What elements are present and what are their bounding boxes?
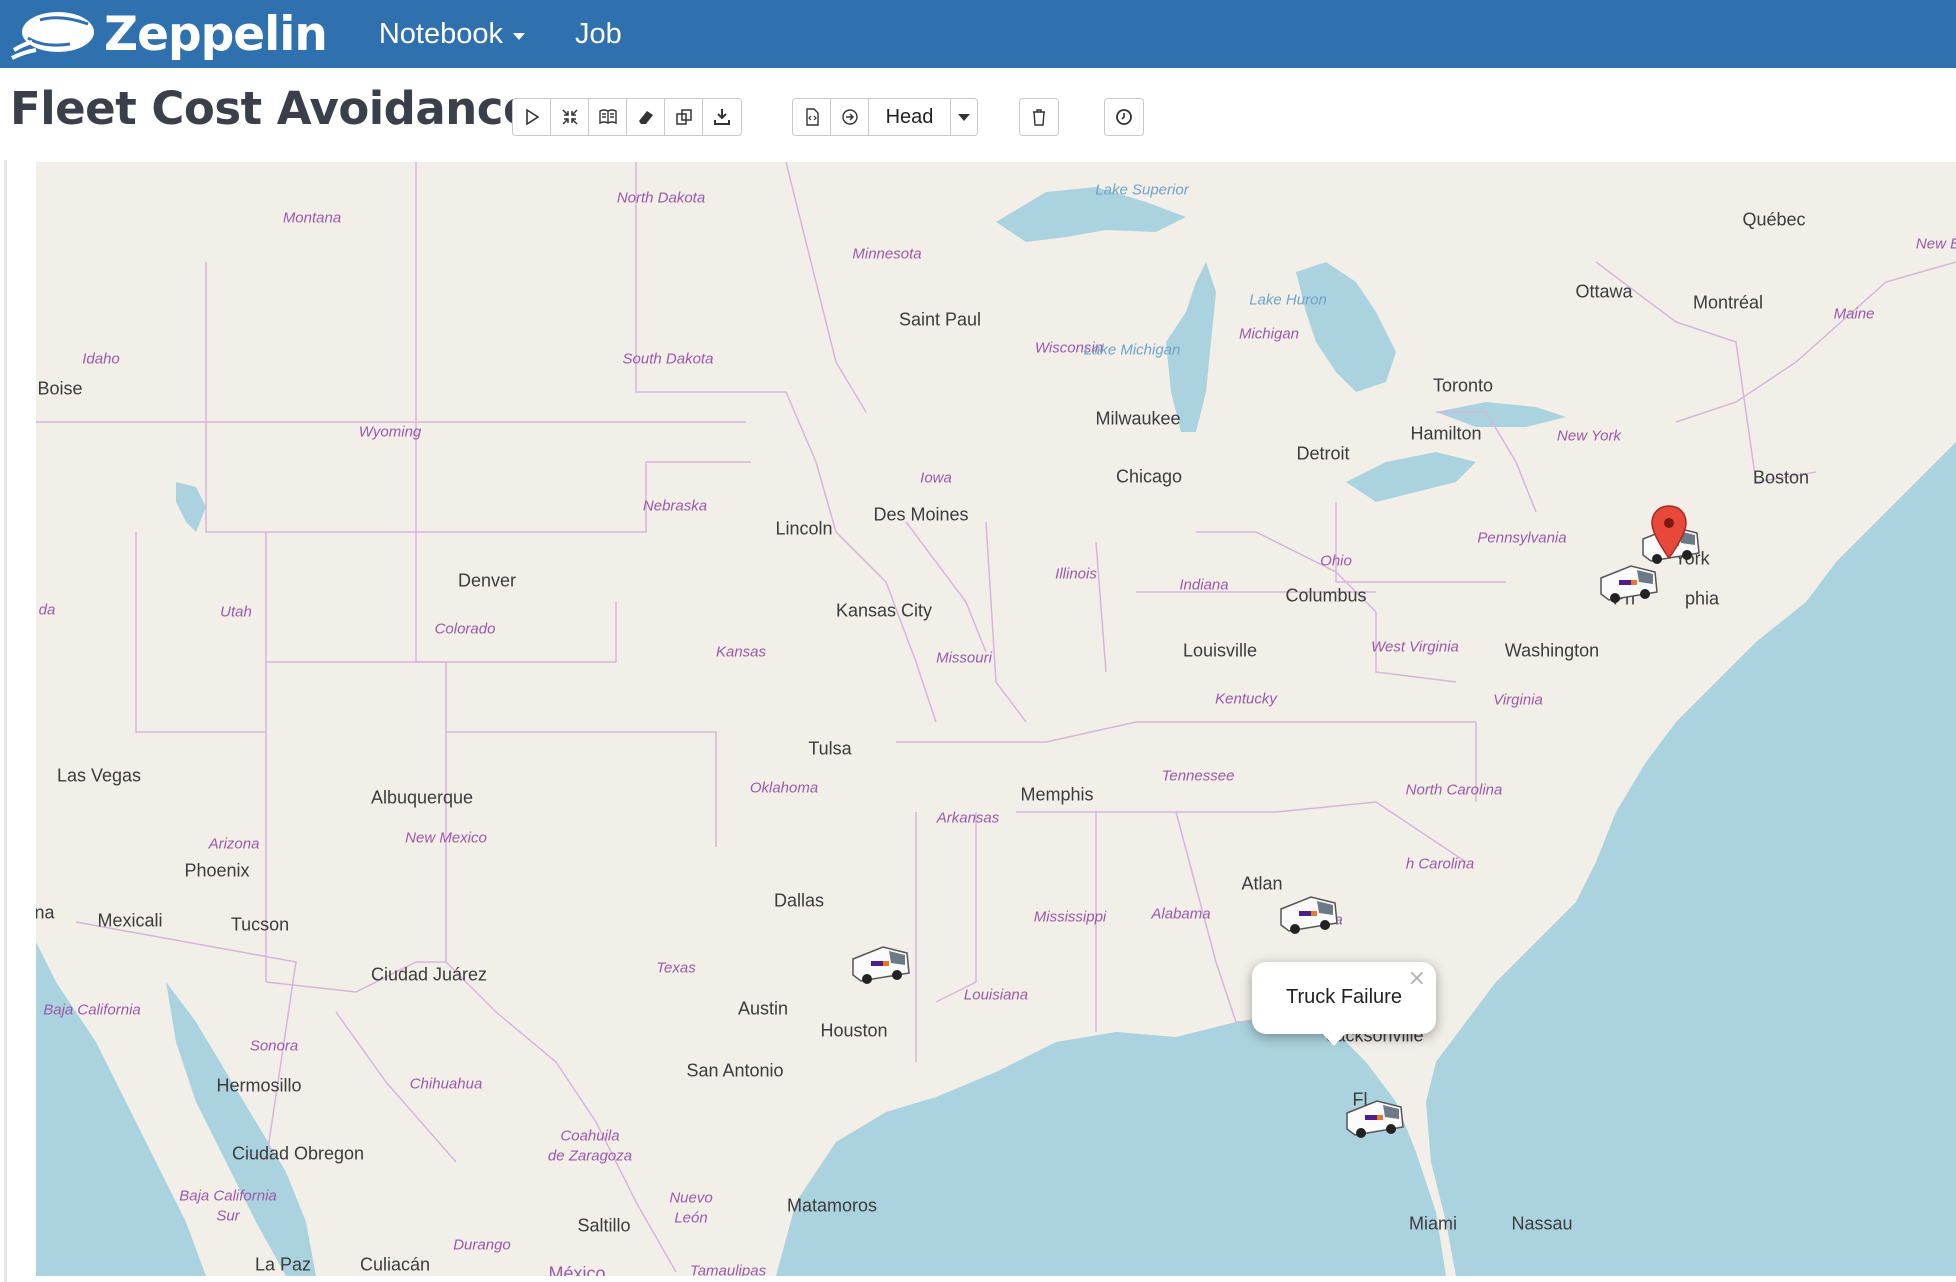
clone-button[interactable] <box>665 99 703 135</box>
clone-icon <box>675 109 692 125</box>
truck-marker[interactable] <box>1341 1093 1407 1143</box>
revision-label: Head <box>885 105 934 128</box>
collapse-icon <box>561 109 578 125</box>
run-all-button[interactable] <box>513 99 551 135</box>
version-toolbar: Head <box>792 98 978 136</box>
download-icon <box>714 109 730 125</box>
note-action-toolbar <box>512 98 742 136</box>
run-all-icon <box>525 108 539 126</box>
truck-icon <box>852 946 910 984</box>
eraser-icon <box>638 111 653 124</box>
version-control-icon <box>805 108 819 126</box>
zeppelin-logo-icon <box>11 12 94 60</box>
truck-failure-popup: × Truck Failure <box>1252 962 1436 1046</box>
note-header: Fleet Cost Avoidance Head <box>0 68 1956 161</box>
map-tiles <box>36 162 1956 1276</box>
notebook-menu[interactable]: Notebook <box>379 18 525 51</box>
show-hide-output-button[interactable] <box>589 99 627 135</box>
truck-marker[interactable] <box>1275 889 1341 939</box>
truck-marker[interactable] <box>847 939 913 989</box>
set-revision-button[interactable] <box>831 99 869 135</box>
paragraph-border <box>4 160 7 1282</box>
notebook-menu-label: Notebook <box>378 17 503 50</box>
scheduler-button[interactable] <box>1105 99 1143 135</box>
map-view[interactable]: Montana North Dakota Minnesota Idaho Sou… <box>36 162 1956 1276</box>
truck-icon <box>1346 1100 1404 1138</box>
remove-toolbar <box>1019 98 1059 136</box>
truck-icon <box>1280 896 1338 934</box>
revision-icon <box>841 109 858 125</box>
clock-icon <box>1116 109 1132 125</box>
remove-note-button[interactable] <box>1020 99 1058 135</box>
clear-output-button[interactable] <box>627 99 665 135</box>
revision-selector[interactable]: Head <box>869 99 951 135</box>
top-navbar: Zeppelin Notebook Job <box>0 0 1956 68</box>
book-icon <box>598 109 617 125</box>
job-link[interactable]: Job <box>575 18 622 51</box>
brand-name: Zeppelin <box>104 6 328 62</box>
popup-text: Truck Failure <box>1286 986 1402 1008</box>
export-button[interactable] <box>703 99 741 135</box>
trash-icon <box>1033 109 1045 126</box>
chevron-down-icon <box>958 113 970 121</box>
revision-dropdown-toggle[interactable] <box>951 99 977 135</box>
note-title[interactable]: Fleet Cost Avoidance <box>10 82 534 135</box>
map-pin-marker[interactable] <box>1649 504 1689 560</box>
chevron-down-icon <box>512 32 525 40</box>
map-pin-icon <box>1651 505 1687 560</box>
brand-link[interactable]: Zeppelin <box>10 0 328 68</box>
collapse-button[interactable] <box>551 99 589 135</box>
scheduler-toolbar <box>1104 98 1144 136</box>
job-link-label: Job <box>574 17 622 50</box>
version-control-button[interactable] <box>793 99 831 135</box>
